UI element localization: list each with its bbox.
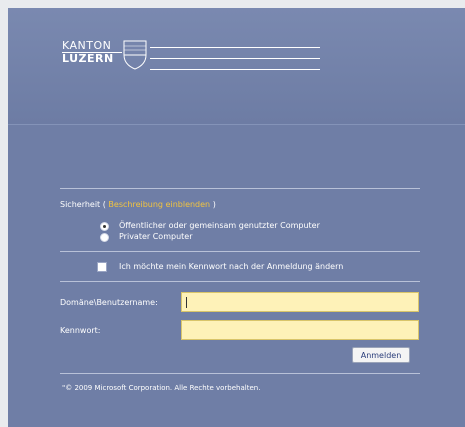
logo-text-kanton: KANTON [62, 39, 112, 52]
header-banner: KANTON LUZERN [8, 8, 465, 125]
logo-line [150, 47, 320, 48]
text-cursor [186, 297, 187, 308]
security-label-suffix: ) [212, 200, 216, 209]
radio-private-label: Privater Computer [119, 232, 193, 241]
radio-public-computer[interactable] [100, 222, 109, 231]
logo-line [150, 58, 320, 59]
copyright-text: "© 2009 Microsoft Corporation. Alle Rech… [62, 384, 261, 392]
logo-line [150, 69, 320, 70]
security-label: Sicherheit ( Beschreibung einblenden ) [60, 200, 216, 210]
username-label: Domäne\Benutzername: [60, 298, 158, 307]
divider [60, 251, 420, 252]
security-label-prefix: Sicherheit ( [60, 200, 106, 209]
change-password-label: Ich möchte mein Kennwort nach der Anmeld… [119, 262, 344, 271]
divider [60, 281, 420, 282]
logo-text-luzern: LUZERN [62, 52, 114, 65]
login-window: KANTON LUZERN Sicherheit ( Beschreibung … [8, 8, 465, 427]
divider [60, 188, 420, 189]
show-description-link[interactable]: Beschreibung einblenden [108, 200, 210, 209]
change-password-checkbox[interactable] [97, 262, 107, 272]
shield-icon [123, 40, 147, 70]
login-button[interactable]: Anmelden [352, 347, 410, 363]
divider [60, 373, 420, 374]
password-input[interactable] [181, 320, 419, 340]
kanton-luzern-logo: KANTON LUZERN [62, 40, 332, 84]
username-input[interactable] [181, 292, 419, 312]
login-panel: Sicherheit ( Beschreibung einblenden ) Ö… [8, 125, 465, 427]
radio-private-computer[interactable] [100, 233, 109, 242]
radio-public-label: Öffentlicher oder gemeinsam genutzter Co… [119, 221, 320, 230]
password-label: Kennwort: [60, 326, 101, 335]
